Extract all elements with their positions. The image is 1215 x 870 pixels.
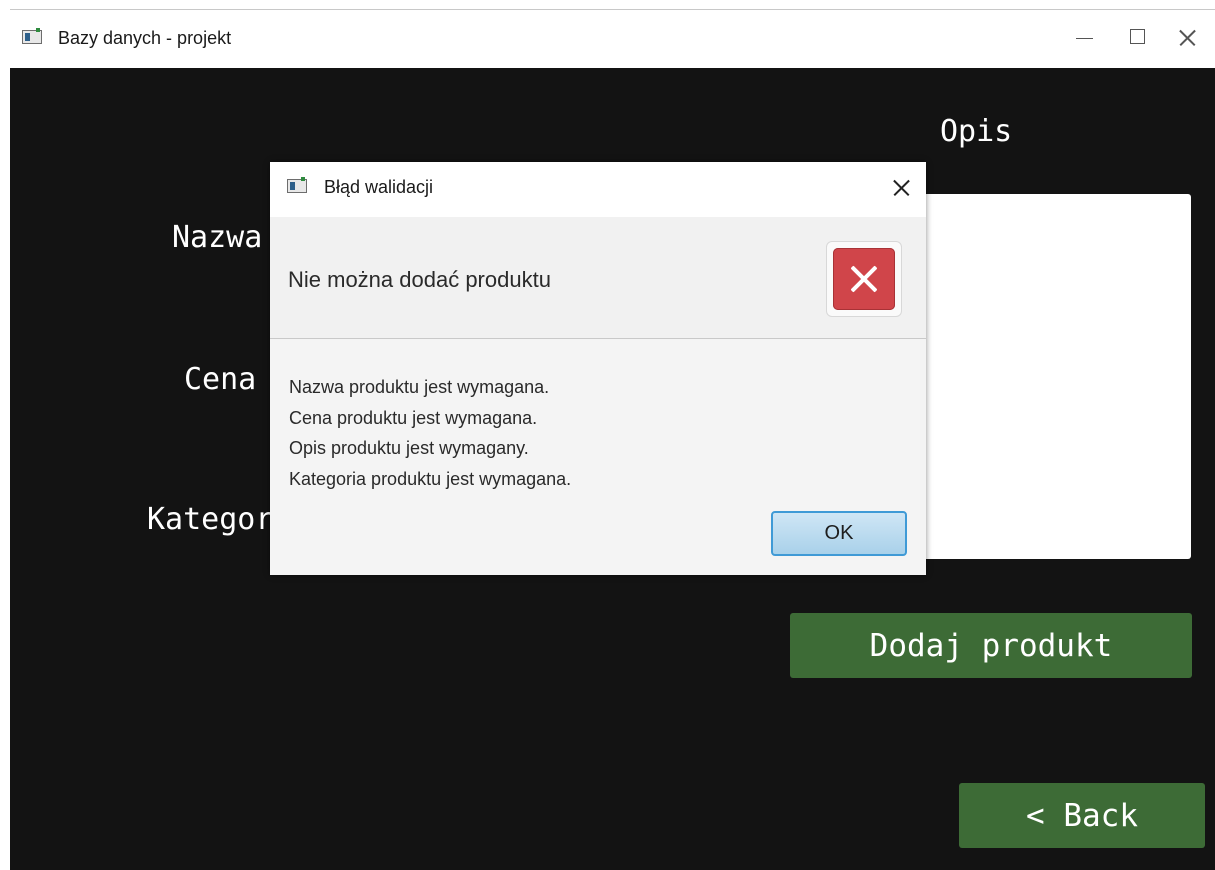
dialog-header-text: Nie można dodać produktu [288,267,551,292]
error-icon-frame [826,241,902,317]
add-product-button[interactable]: Dodaj produkt [790,613,1192,678]
dialog-messages: Nazwa produktu jest wymagana. Cena produ… [289,372,571,494]
ok-button[interactable]: OK [771,511,907,556]
maximize-icon[interactable] [1115,20,1161,56]
back-button[interactable]: < Back [959,783,1205,848]
dialog-app-icon [287,177,307,193]
dialog-header: Nie można dodać produktu [270,217,926,339]
minimize-icon[interactable] [1061,20,1107,56]
error-icon [833,248,895,310]
close-icon[interactable] [1164,20,1210,56]
top-edge [0,0,1215,10]
dialog-title: Błąd walidacji [324,177,434,197]
dialog-message: Opis produktu jest wymagany. [289,438,529,458]
label-cena: Cena [184,362,257,397]
validation-dialog: Błąd walidacji Nie można dodać produktu … [270,162,926,575]
opis-textarea[interactable] [890,194,1191,559]
window-title: Bazy danych - projekt [58,28,232,48]
label-nazwa: Nazwa [172,220,263,255]
dialog-close-icon[interactable] [882,174,918,202]
dialog-titlebar[interactable]: Błąd walidacji [270,162,926,217]
label-opis: Opis [940,114,1013,149]
dialog-message: Cena produktu jest wymagana. [289,407,538,428]
dialog-message: Kategoria produktu jest wymagana. [289,468,572,489]
app-icon [22,28,42,44]
dialog-message: Nazwa produktu jest wymagana. [289,377,550,397]
window-titlebar[interactable]: Bazy danych - projekt [10,10,1215,68]
